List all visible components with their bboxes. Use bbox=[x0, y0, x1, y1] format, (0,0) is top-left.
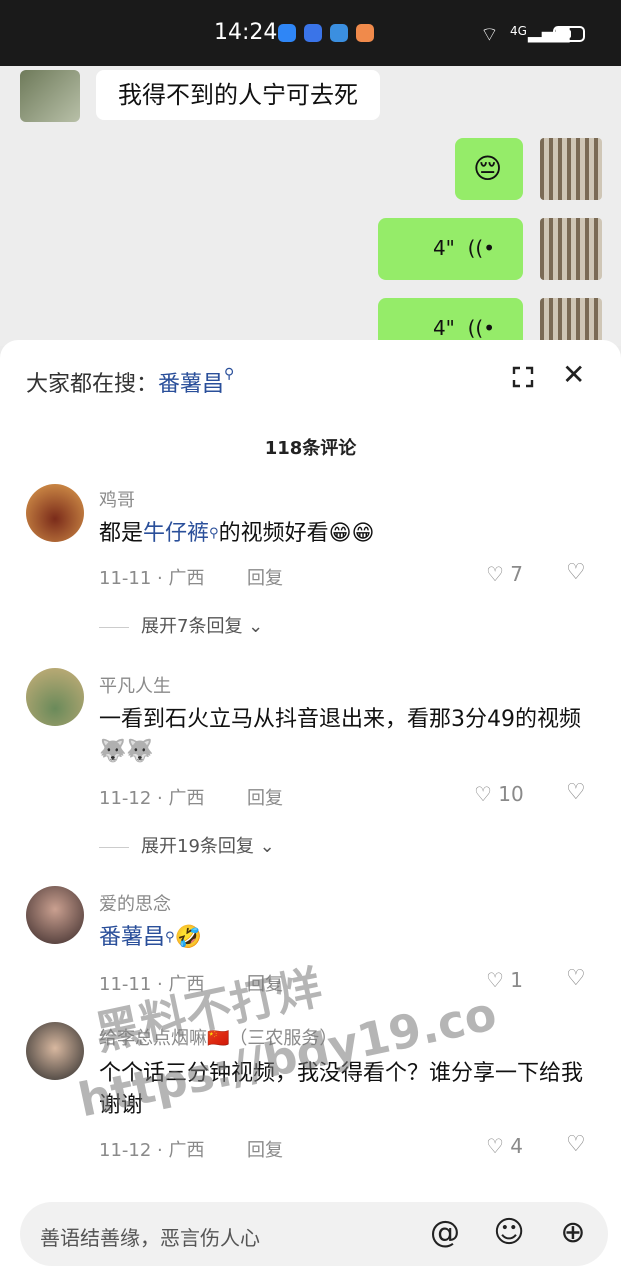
comment-date-location: 11-12 · 广西 bbox=[99, 788, 205, 809]
expand-replies-button[interactable]: 展开19条回复 ⌄ bbox=[99, 832, 275, 858]
expand-replies-label: 展开19条回复 bbox=[141, 836, 254, 857]
search-icon: ⚲ bbox=[224, 366, 235, 382]
commenter-avatar[interactable] bbox=[26, 668, 84, 726]
expand-replies-label: 展开7条回复 bbox=[141, 616, 243, 637]
chevron-down-icon: ⌄ bbox=[242, 616, 264, 637]
dislike-icon[interactable]: ♡ bbox=[566, 966, 586, 991]
commenter-name[interactable]: 平凡人生 bbox=[99, 672, 171, 698]
commenter-avatar[interactable] bbox=[26, 886, 84, 944]
contact-avatar[interactable] bbox=[20, 70, 80, 122]
search-prefix: 大家都在搜： bbox=[26, 372, 159, 397]
comment-text: 都是牛仔裤⚲的视频好看😁😁 bbox=[99, 518, 599, 550]
wifi-icon: ⌔ bbox=[480, 22, 499, 46]
gallery-app-icon bbox=[356, 24, 374, 42]
comment-input[interactable]: 善语结善缘，恶言伤人心 @ ☺ ⊕ bbox=[20, 1202, 608, 1266]
comment-text-part: 的视频好看😁😁 bbox=[218, 521, 375, 546]
emoji-icon[interactable]: ☺ bbox=[492, 1216, 526, 1250]
received-message-bubble[interactable]: 我得不到的人宁可去死 bbox=[96, 70, 380, 120]
voice-message-bubble[interactable]: 4" ((• bbox=[378, 218, 523, 280]
voice-duration: 4" bbox=[432, 236, 455, 260]
reply-button[interactable]: 回复 bbox=[247, 1136, 283, 1162]
shield-app-icon bbox=[278, 24, 296, 42]
like-button[interactable]: ♡ 7 bbox=[486, 562, 523, 586]
comment-input-placeholder: 善语结善缘，恶言伤人心 bbox=[40, 1226, 260, 1250]
like-count: 7 bbox=[510, 562, 524, 586]
dislike-icon[interactable]: ♡ bbox=[566, 780, 586, 805]
reply-button[interactable]: 回复 bbox=[247, 784, 283, 810]
dislike-icon[interactable]: ♡ bbox=[566, 560, 586, 585]
like-count: 1 bbox=[510, 968, 524, 992]
voice-message-content: 4" ((• bbox=[433, 236, 495, 260]
like-count: 10 bbox=[498, 782, 524, 806]
status-time: 14:24 bbox=[214, 20, 278, 45]
self-avatar[interactable] bbox=[540, 218, 602, 280]
self-avatar[interactable] bbox=[540, 138, 602, 200]
battery-icon bbox=[553, 26, 585, 42]
comment-sheet: 大家都在搜：番薯昌⚲ ✕ 118条评论 鸡哥 都是牛仔裤⚲的视频好看😁😁 11-… bbox=[0, 340, 621, 1280]
commenter-avatar[interactable] bbox=[26, 484, 84, 542]
commenter-name[interactable]: 鸡哥 bbox=[99, 486, 135, 512]
search-keyword[interactable]: 番薯昌 bbox=[158, 372, 224, 397]
comment-text-part: 🤣 bbox=[174, 925, 202, 950]
like-button[interactable]: ♡ 4 bbox=[486, 1134, 523, 1158]
divider bbox=[99, 846, 129, 848]
comment-date-location: 11-11 · 广西 bbox=[99, 568, 205, 589]
dislike-icon[interactable]: ♡ bbox=[566, 1132, 586, 1157]
voice-message-content: 4" ((• bbox=[433, 316, 495, 340]
comment-text-part: 都是 bbox=[99, 521, 144, 546]
expand-icon[interactable] bbox=[512, 366, 534, 388]
search-icon: ⚲ bbox=[209, 526, 219, 541]
app-notification-icon bbox=[304, 24, 322, 42]
comment-date-location: 11-12 · 广西 bbox=[99, 1140, 205, 1161]
comment-input-bar: 善语结善缘，恶言伤人心 @ ☺ ⊕ bbox=[0, 1188, 621, 1280]
divider bbox=[99, 626, 129, 628]
close-icon[interactable]: ✕ bbox=[562, 361, 588, 389]
heart-icon: ♡ bbox=[486, 1134, 504, 1158]
like-button[interactable]: ♡ 10 bbox=[474, 782, 524, 806]
comment-keyword-link[interactable]: 番薯昌 bbox=[99, 925, 165, 950]
reply-button[interactable]: 回复 bbox=[247, 564, 283, 590]
heart-icon: ♡ bbox=[486, 562, 504, 586]
heart-icon: ♡ bbox=[474, 782, 492, 806]
like-count: 4 bbox=[510, 1134, 524, 1158]
commenter-name[interactable]: 爱的思念 bbox=[99, 890, 171, 916]
voice-duration: 4" bbox=[432, 316, 455, 340]
like-button[interactable]: ♡ 1 bbox=[486, 968, 523, 992]
chevron-down-icon: ⌄ bbox=[253, 836, 275, 857]
add-icon[interactable]: ⊕ bbox=[556, 1216, 590, 1250]
browser-app-icon bbox=[330, 24, 348, 42]
sent-emoji: 😔 bbox=[473, 152, 503, 185]
chat-background: 我得不到的人宁可去死 😔 4" ((• 4" ((• bbox=[0, 66, 621, 346]
search-icon: ⚲ bbox=[165, 930, 175, 945]
comment-text: 一看到石火立马从抖音退出来，看那3分49的视频🐺🐺 bbox=[99, 707, 581, 764]
voice-wave-icon: ((• bbox=[461, 236, 495, 260]
status-bar: 14:24 ⌔ 4G ▂▄▆ bbox=[0, 0, 621, 66]
mention-icon[interactable]: @ bbox=[428, 1216, 462, 1250]
self-avatar[interactable] bbox=[540, 298, 602, 346]
sent-emoji-bubble[interactable]: 😔 bbox=[455, 138, 523, 200]
voice-message-bubble[interactable]: 4" ((• bbox=[378, 298, 523, 346]
network-type-label: 4G bbox=[510, 24, 527, 38]
search-suggestion[interactable]: 大家都在搜：番薯昌⚲ bbox=[26, 366, 234, 398]
comment-count: 118条评论 bbox=[264, 438, 357, 459]
voice-wave-icon: ((• bbox=[461, 316, 495, 340]
expand-replies-button[interactable]: 展开7条回复 ⌄ bbox=[99, 612, 263, 638]
comment-keyword-link[interactable]: 牛仔裤 bbox=[143, 521, 209, 546]
